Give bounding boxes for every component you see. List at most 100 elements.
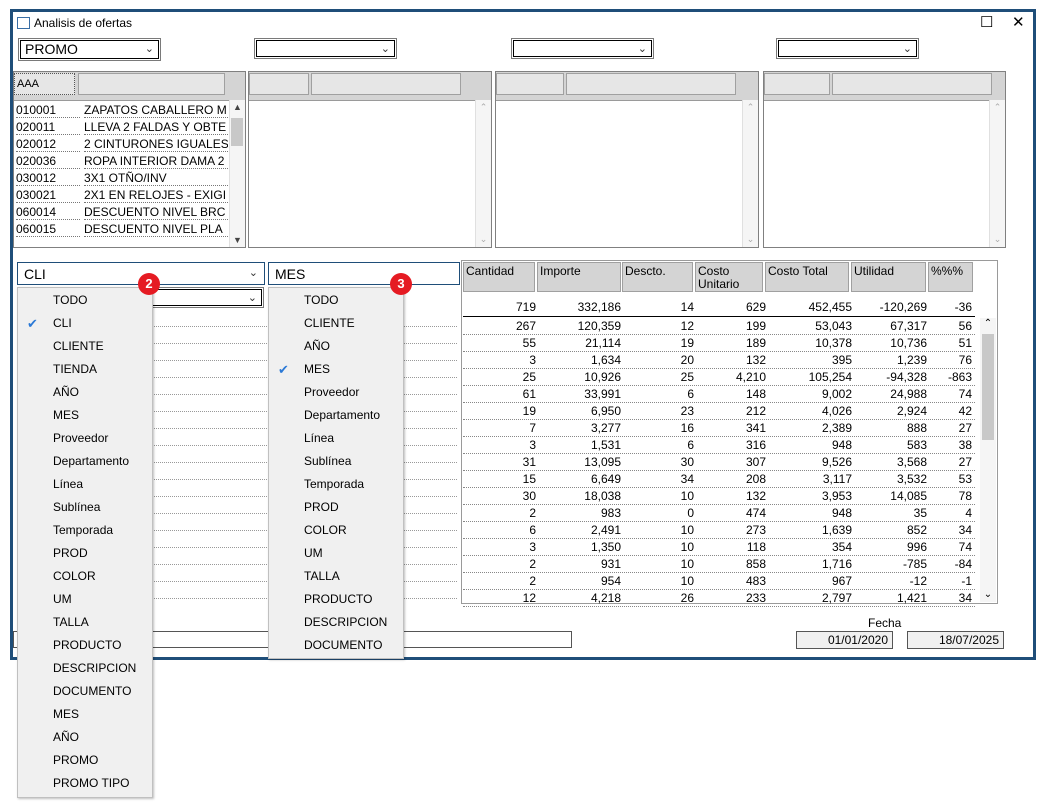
menu-item[interactable]: AÑO [18, 381, 152, 404]
column-header[interactable]: Cantidad [463, 262, 535, 292]
scroll-up-icon[interactable]: ⌃ [990, 102, 1005, 113]
table-cell: 316 [745, 438, 766, 452]
menu-item[interactable]: TODO [269, 289, 403, 312]
menu-item-label: AÑO [53, 385, 80, 399]
column-header[interactable]: %%% [928, 262, 973, 292]
menu-item[interactable]: MES [18, 703, 152, 726]
table-cell: 4 [965, 506, 972, 520]
list-item[interactable]: 010001 ZAPATOS CABALLERO M [16, 103, 229, 120]
menu-item[interactable]: Línea [269, 427, 403, 450]
scroll-up-icon[interactable]: ▲ [230, 102, 245, 112]
list-item[interactable]: 030012 3X1 OTÑO/INV [16, 171, 229, 188]
scroll-down-icon[interactable]: ⌄ [990, 234, 1005, 245]
menu-item[interactable]: UM [18, 588, 152, 611]
menu-item[interactable]: Temporada [18, 519, 152, 542]
menu-item[interactable]: TALLA [18, 611, 152, 634]
menu-item[interactable]: Departamento [269, 404, 403, 427]
secondary-combo[interactable]: ⌄ [150, 287, 264, 308]
filter-combo-4[interactable]: ⌄ [776, 38, 919, 59]
menu-item[interactable]: COLOR [18, 565, 152, 588]
scrollbar-thumb[interactable] [231, 118, 243, 146]
column-header-code[interactable]: AAA [14, 73, 75, 95]
column-header[interactable]: Costo Total [765, 262, 849, 292]
filter-combo-3[interactable]: ⌄ [511, 38, 654, 59]
column-header[interactable] [566, 73, 736, 95]
column-header-desc[interactable] [78, 73, 225, 95]
menu-item[interactable]: Proveedor [269, 381, 403, 404]
vertical-scrollbar[interactable]: ▲ ▼ [229, 100, 245, 247]
vertical-scrollbar[interactable]: ⌃ ⌄ [742, 100, 758, 247]
menu-item[interactable]: PRODUCTO [18, 634, 152, 657]
menu-item[interactable]: ✔ MES [269, 358, 403, 381]
menu-item[interactable]: PROD [18, 542, 152, 565]
menu-item[interactable]: Proveedor [18, 427, 152, 450]
column-header[interactable]: Descto. [622, 262, 693, 292]
column-header[interactable]: Importe [537, 262, 621, 292]
groupby-combo-b[interactable]: MES [268, 262, 460, 285]
date-to-field[interactable]: 18/07/2025 [907, 631, 1004, 649]
menu-item[interactable]: DESCRIPCION [18, 657, 152, 680]
list-item[interactable]: 060015 DESCUENTO NIVEL PLA [16, 222, 229, 239]
close-button[interactable]: ✕ [1012, 15, 1025, 30]
list-item[interactable]: 020012 2 CINTURONES IGUALES [16, 137, 229, 154]
filter-combo-2[interactable]: ⌄ [254, 38, 397, 59]
vertical-scrollbar[interactable]: ⌃ ⌄ [989, 100, 1005, 247]
scroll-down-icon[interactable]: ▼ [230, 235, 245, 245]
table-cell: 3,277 [590, 421, 621, 435]
menu-item[interactable]: PROD [269, 496, 403, 519]
menu-item[interactable]: PROMO [18, 749, 152, 772]
table-cell: 25 [522, 370, 536, 384]
menu-item[interactable]: PRODUCTO [269, 588, 403, 611]
menu-item[interactable]: Sublínea [18, 496, 152, 519]
menu-item[interactable]: DOCUMENTO [18, 680, 152, 703]
date-from-field[interactable]: 01/01/2020 [796, 631, 893, 649]
scroll-down-icon[interactable]: ⌄ [476, 234, 491, 245]
list-item[interactable]: 020036 ROPA INTERIOR DAMA 2 [16, 154, 229, 171]
menu-item[interactable]: ✔ CLI [18, 312, 152, 335]
table-cell: 74 [958, 540, 972, 554]
column-header[interactable] [764, 73, 830, 95]
menu-item[interactable]: Sublínea [269, 450, 403, 473]
maximize-button[interactable]: ☐ [980, 15, 993, 30]
list-item[interactable]: 060014 DESCUENTO NIVEL BRC [16, 205, 229, 222]
table-cell: 34 [958, 591, 972, 605]
scroll-up-icon[interactable]: ⌃ [980, 318, 996, 329]
menu-item[interactable]: MES [18, 404, 152, 427]
scroll-up-icon[interactable]: ⌃ [476, 102, 491, 113]
scroll-down-icon[interactable]: ⌄ [980, 589, 996, 600]
menu-item[interactable]: TALLA [269, 565, 403, 588]
vertical-scrollbar[interactable]: ⌃ ⌄ [475, 100, 491, 247]
menu-item[interactable]: UM [269, 542, 403, 565]
menu-item[interactable]: AÑO [18, 726, 152, 749]
scrollbar-thumb[interactable] [982, 334, 994, 440]
menu-item[interactable]: TODO [18, 289, 152, 312]
menu-item[interactable]: Temporada [269, 473, 403, 496]
column-header[interactable]: Utilidad [851, 262, 926, 292]
column-header[interactable] [311, 73, 461, 95]
column-header[interactable] [832, 73, 992, 95]
menu-item[interactable]: PROMO TIPO [18, 772, 152, 795]
menu-item[interactable]: CLIENTE [18, 335, 152, 358]
menu-item-label: DOCUMENTO [304, 638, 383, 652]
menu-item[interactable]: DESCRIPCION [269, 611, 403, 634]
scroll-up-icon[interactable]: ⌃ [743, 102, 758, 113]
panel-header: AAA [14, 72, 245, 101]
list-item[interactable]: 030021 2X1 EN RELOJES - EXIGI [16, 188, 229, 205]
menu-item[interactable]: AÑO [269, 335, 403, 358]
column-header[interactable] [496, 73, 564, 95]
menu-item-label: AÑO [304, 339, 331, 353]
menu-item[interactable]: DOCUMENTO [269, 634, 403, 657]
menu-item[interactable]: CLIENTE [269, 312, 403, 335]
promo-combo[interactable]: PROMO ⌄ [18, 38, 161, 61]
menu-item[interactable]: Línea [18, 473, 152, 496]
list-item[interactable]: 020011 LLEVA 2 FALDAS Y OBTE [16, 120, 229, 137]
table-cell: 51 [958, 336, 972, 350]
scroll-down-icon[interactable]: ⌄ [743, 234, 758, 245]
menu-item[interactable]: Departamento [18, 450, 152, 473]
menu-item[interactable]: TIENDA [18, 358, 152, 381]
column-header[interactable]: Costo Unitario [695, 262, 763, 292]
column-header[interactable] [249, 73, 309, 95]
grid-vertical-scrollbar[interactable]: ⌃ ⌄ [980, 318, 996, 602]
menu-item-label: MES [53, 707, 80, 721]
menu-item[interactable]: COLOR [269, 519, 403, 542]
